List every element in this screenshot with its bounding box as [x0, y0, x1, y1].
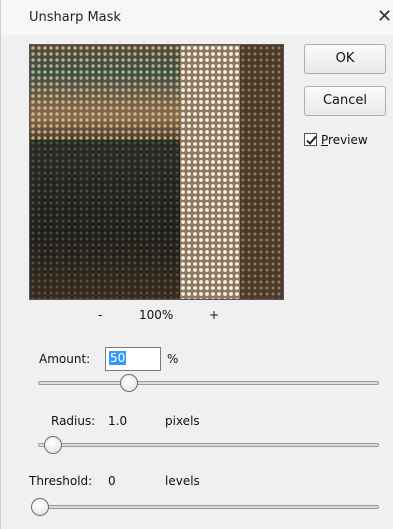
amount-input[interactable]: 50: [105, 347, 161, 371]
close-icon[interactable]: ✕: [377, 6, 393, 28]
ok-button[interactable]: OK: [304, 44, 386, 74]
zoom-out-button[interactable]: -: [98, 308, 102, 322]
threshold-slider-thumb[interactable]: [31, 498, 49, 516]
preview-checkbox[interactable]: [304, 133, 317, 146]
radius-unit: pixels: [165, 414, 200, 428]
radius-value: 1.0: [108, 414, 128, 428]
preview-image[interactable]: [29, 44, 284, 300]
unsharp-mask-dialog: Unsharp Mask ✕ - 100% + OK Cancel Previe…: [0, 0, 393, 529]
dialog-title: Unsharp Mask: [29, 10, 121, 25]
preview-accelerator: P: [321, 133, 329, 147]
radius-slider-thumb[interactable]: [44, 436, 62, 454]
amount-label: Amount:: [39, 352, 91, 366]
radius-slider-track[interactable]: [38, 443, 379, 447]
preview-region-light: [180, 45, 240, 299]
zoom-in-button[interactable]: +: [209, 308, 219, 322]
threshold-unit: levels: [165, 474, 200, 488]
amount-value: 50: [109, 351, 127, 365]
preview-region-right: [240, 45, 283, 299]
title-bar: Unsharp Mask ✕: [1, 0, 393, 35]
amount-slider-track[interactable]: [38, 381, 379, 385]
preview-region-top: [30, 45, 180, 140]
zoom-level: 100%: [139, 308, 174, 322]
checkmark-icon: [306, 135, 317, 145]
cancel-button[interactable]: Cancel: [304, 86, 386, 116]
radius-label: Radius:: [51, 414, 96, 428]
amount-unit: %: [167, 352, 179, 366]
amount-slider-thumb[interactable]: [120, 374, 138, 392]
threshold-label: Threshold:: [29, 474, 93, 488]
threshold-value: 0: [108, 474, 116, 488]
preview-label-rest: review: [328, 133, 368, 147]
preview-checkbox-label[interactable]: Preview: [321, 133, 368, 147]
preview-region-dark: [30, 140, 180, 299]
threshold-slider-track[interactable]: [35, 505, 379, 509]
